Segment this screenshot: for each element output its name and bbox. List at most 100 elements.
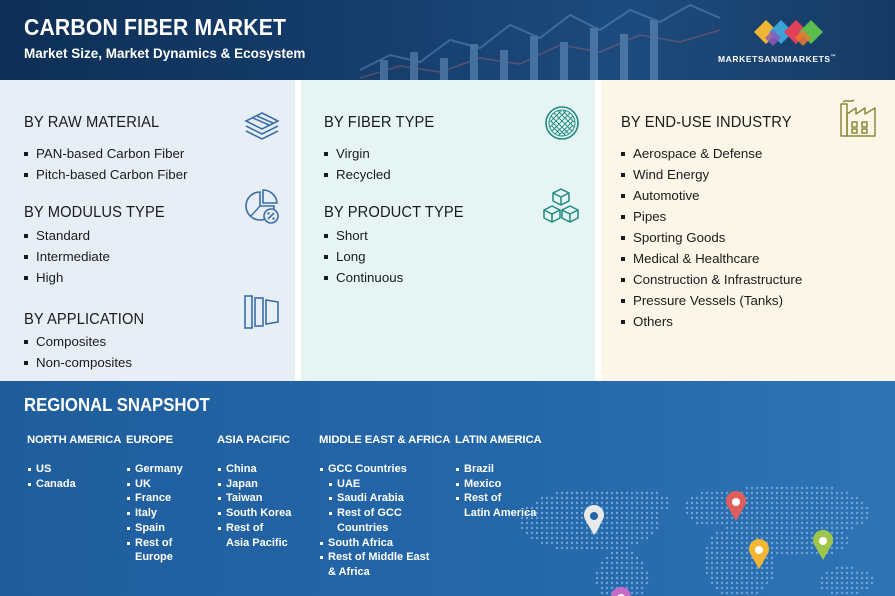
- map-dot: [760, 496, 764, 500]
- list-item: Rest of: [455, 491, 542, 506]
- map-dot: [710, 541, 714, 545]
- map-dot: [740, 591, 744, 595]
- map-dot: [620, 531, 624, 535]
- map-dot: [635, 491, 639, 495]
- map-dot: [830, 496, 834, 500]
- map-dot: [575, 501, 579, 505]
- map-dot: [845, 506, 849, 510]
- map-dot: [840, 511, 844, 515]
- map-dot: [840, 566, 844, 570]
- map-dot: [530, 531, 534, 535]
- map-dot: [635, 576, 639, 580]
- map-dot: [610, 521, 614, 525]
- map-dot: [740, 536, 744, 540]
- map-dot: [845, 521, 849, 525]
- map-dot: [590, 546, 594, 550]
- map-dot: [610, 561, 614, 565]
- panels-icon: [244, 295, 279, 329]
- map-dot: [625, 511, 629, 515]
- map-dot: [640, 581, 644, 585]
- map-dot: [650, 506, 654, 510]
- map-dot: [620, 501, 624, 505]
- map-dot: [620, 491, 624, 495]
- map-dot: [805, 526, 809, 530]
- map-dot: [625, 491, 629, 495]
- map-dot: [745, 541, 749, 545]
- list-item: Intermediate: [24, 246, 110, 267]
- map-dot: [750, 571, 754, 575]
- list-item: Canada: [27, 477, 121, 492]
- map-dot: [830, 551, 834, 555]
- map-dot: [785, 526, 789, 530]
- map-dot: [780, 546, 784, 550]
- map-dot: [720, 571, 724, 575]
- map-dot: [635, 521, 639, 525]
- map-dot: [845, 591, 849, 595]
- map-dot: [540, 526, 544, 530]
- map-dot: [810, 521, 814, 525]
- map-dot: [555, 491, 559, 495]
- list-item: Medical & Healthcare: [621, 248, 802, 269]
- map-dot: [855, 501, 859, 505]
- map-dot: [800, 491, 804, 495]
- map-dot: [545, 536, 549, 540]
- map-dot: [640, 516, 644, 520]
- map-dot: [615, 531, 619, 535]
- map-dot: [710, 581, 714, 585]
- map-dot: [690, 506, 694, 510]
- map-dot: [560, 521, 564, 525]
- map-dot: [625, 576, 629, 580]
- map-dot: [610, 556, 614, 560]
- map-dot: [785, 501, 789, 505]
- map-dot: [795, 516, 799, 520]
- map-dot: [735, 546, 739, 550]
- map-dot: [840, 591, 844, 595]
- map-dot: [765, 576, 769, 580]
- map-dot: [715, 556, 719, 560]
- map-dot: [595, 536, 599, 540]
- map-dot: [720, 581, 724, 585]
- map-dot: [750, 591, 754, 595]
- map-dot: [840, 501, 844, 505]
- map-dot: [555, 496, 559, 500]
- map-dot: [775, 536, 779, 540]
- end-use-industry-list: Aerospace & Defense Wind Energy Automoti…: [621, 143, 802, 332]
- map-dot: [645, 571, 649, 575]
- map-dot: [805, 536, 809, 540]
- map-dot: [630, 491, 634, 495]
- map-dot: [665, 496, 669, 500]
- map-dot: [720, 556, 724, 560]
- map-dot: [850, 586, 854, 590]
- map-dot: [810, 506, 814, 510]
- region-title: MIDDLE EAST & AFRICA: [319, 434, 451, 446]
- map-dot: [810, 531, 814, 535]
- map-dot: [720, 576, 724, 580]
- list-item: Rest of: [217, 521, 291, 536]
- map-dot: [700, 496, 704, 500]
- map-dot: [705, 546, 709, 550]
- map-dot: [560, 531, 564, 535]
- map-dot: [815, 516, 819, 520]
- map-dot: [725, 561, 729, 565]
- map-dot: [760, 526, 764, 530]
- map-dot: [630, 511, 634, 515]
- map-dot: [830, 546, 834, 550]
- map-dot: [820, 506, 824, 510]
- map-dot: [725, 521, 729, 525]
- map-dot: [605, 561, 609, 565]
- list-item: US: [27, 462, 121, 477]
- map-dot: [615, 501, 619, 505]
- map-dot: [730, 576, 734, 580]
- map-dot: [630, 571, 634, 575]
- map-dot: [575, 491, 579, 495]
- map-dot: [760, 576, 764, 580]
- region-title: LATIN AMERICA: [455, 434, 542, 446]
- map-dot: [770, 491, 774, 495]
- map-dot: [565, 506, 569, 510]
- list-item: Composites: [24, 331, 132, 352]
- map-dot: [645, 531, 649, 535]
- map-dot: [715, 501, 719, 505]
- map-dot: [580, 521, 584, 525]
- map-dot: [755, 496, 759, 500]
- map-dot: [730, 531, 734, 535]
